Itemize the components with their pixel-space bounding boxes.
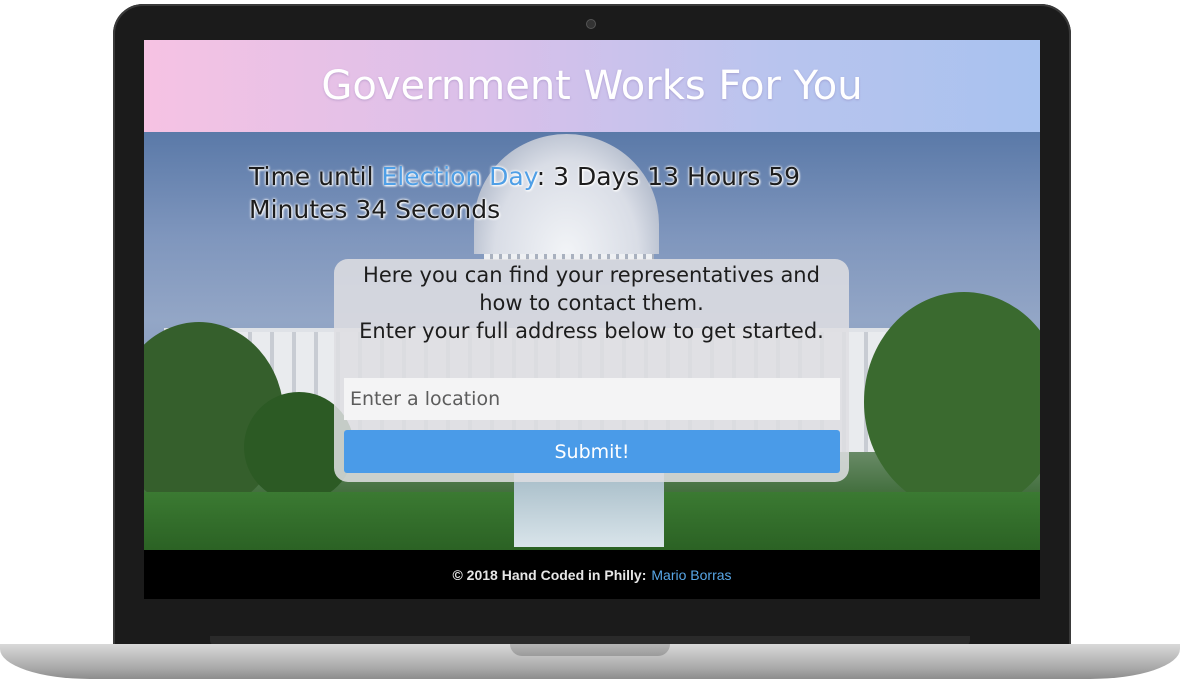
- submit-button[interactable]: Submit!: [344, 430, 840, 473]
- site-footer: © 2018 Hand Coded in Philly: Mario Borra…: [144, 550, 1040, 599]
- election-countdown: Time until Election Day: 3 Days 13 Hours…: [249, 160, 889, 226]
- card-instructions: Here you can find your representatives a…: [344, 261, 839, 345]
- site-title: Government Works For You: [321, 63, 863, 109]
- laptop-screen: Government Works For You Time until Elec…: [144, 40, 1040, 599]
- card-intro-text: Here you can find your representatives a…: [363, 263, 820, 315]
- author-link[interactable]: Mario Borras: [651, 567, 731, 583]
- footer-credit: © 2018 Hand Coded in Philly:: [452, 566, 647, 583]
- webcam-icon: [586, 19, 596, 29]
- site-header: Government Works For You: [144, 40, 1040, 132]
- election-day-link[interactable]: Election Day: [381, 162, 536, 191]
- tree-right: [864, 292, 1040, 512]
- address-card: Here you can find your representatives a…: [334, 259, 849, 482]
- card-instruction-text: Enter your full address below to get sta…: [359, 319, 824, 343]
- hero-background: Time until Election Day: 3 Days 13 Hours…: [144, 132, 1040, 550]
- location-input[interactable]: [344, 378, 840, 420]
- countdown-prefix: Time until: [249, 162, 382, 191]
- laptop-notch: [510, 644, 670, 656]
